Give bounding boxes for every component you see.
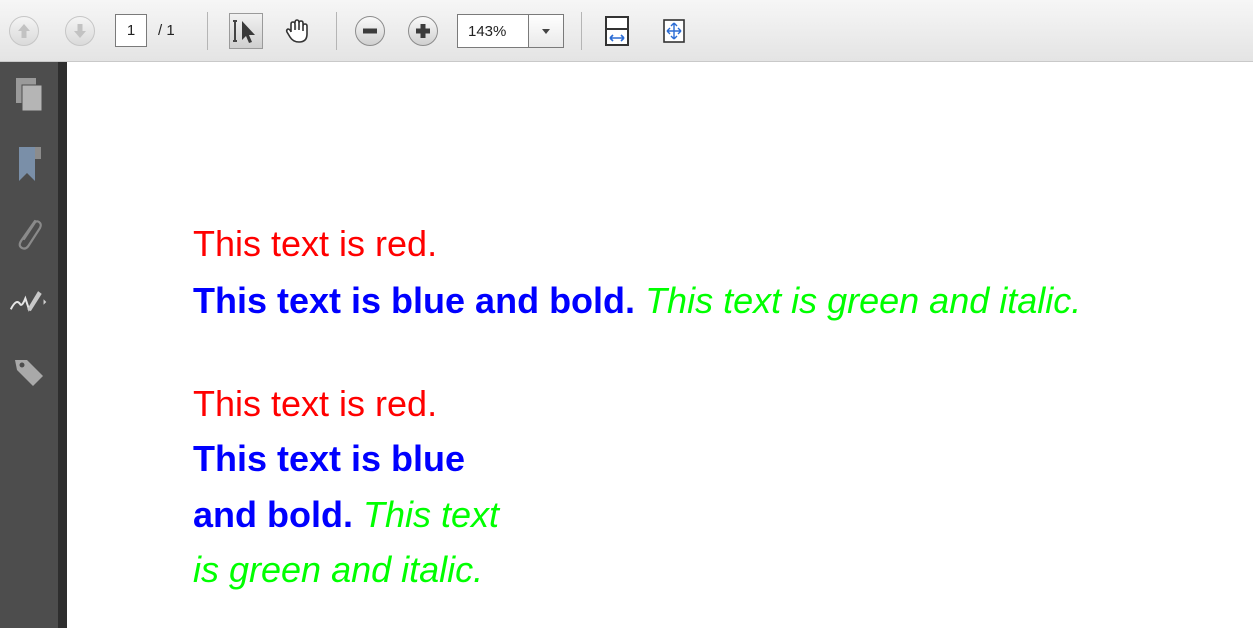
blue-bold-text: and bold. <box>193 494 353 535</box>
zoom-level-input[interactable]: 143% <box>457 14 529 48</box>
attachments-button[interactable] <box>9 215 49 255</box>
text-line: This text is red. <box>193 384 437 424</box>
red-text: This text is red. <box>193 223 438 264</box>
dropdown-arrow-icon <box>542 29 550 34</box>
tags-button[interactable] <box>9 352 49 392</box>
text-line: and bold. This text <box>193 495 499 535</box>
toolbar-separator <box>207 12 208 50</box>
hand-tool-button[interactable] <box>280 13 314 49</box>
minus-icon <box>363 28 377 34</box>
fit-width-icon <box>605 16 629 46</box>
green-italic-text: is green and italic. <box>193 549 484 590</box>
navigation-pane <box>0 62 58 628</box>
fit-page-icon <box>663 19 685 43</box>
signature-icon <box>9 291 47 312</box>
page-total-label: / 1 <box>158 22 175 39</box>
zoom-out-button[interactable] <box>355 16 385 46</box>
text-line: is green and italic. <box>193 550 483 590</box>
paperclip-icon <box>18 219 42 250</box>
green-italic-text: This text is green and italic. <box>645 280 1082 321</box>
text-line: This text is blue and bold. This text is… <box>193 281 1081 321</box>
pages-icon <box>16 78 43 112</box>
red-text: This text is red. <box>193 383 438 424</box>
text-line: This text is red. <box>193 224 437 264</box>
next-page-button[interactable] <box>65 16 95 46</box>
toolbar-separator <box>581 12 582 50</box>
arrow-down-icon <box>74 24 86 38</box>
blue-bold-text: This text is blue and bold. <box>193 280 636 321</box>
page-thumbnails-button[interactable] <box>9 75 49 115</box>
zoom-dropdown-button[interactable] <box>529 14 564 48</box>
green-italic-text: This text <box>363 494 500 535</box>
page-number-input[interactable]: 1 <box>115 14 147 47</box>
navigation-pane-border <box>58 62 67 628</box>
select-tool-button[interactable] <box>229 13 263 49</box>
blue-bold-text: This text is blue <box>193 438 466 479</box>
fit-width-button[interactable] <box>600 13 634 49</box>
signatures-button[interactable] <box>9 282 49 322</box>
tag-icon <box>15 360 43 386</box>
bookmarks-button[interactable] <box>9 145 49 185</box>
arrow-up-icon <box>18 24 30 38</box>
fit-page-button[interactable] <box>657 13 691 49</box>
plus-icon <box>416 24 430 38</box>
zoom-in-button[interactable] <box>408 16 438 46</box>
previous-page-button[interactable] <box>9 16 39 46</box>
bookmark-icon <box>19 147 41 181</box>
toolbar-separator <box>336 12 337 50</box>
hand-icon <box>285 19 308 43</box>
text-line: This text is blue <box>193 439 465 479</box>
select-cursor-icon <box>233 20 255 43</box>
toolbar: 1 / 1 143% <box>0 0 1253 62</box>
